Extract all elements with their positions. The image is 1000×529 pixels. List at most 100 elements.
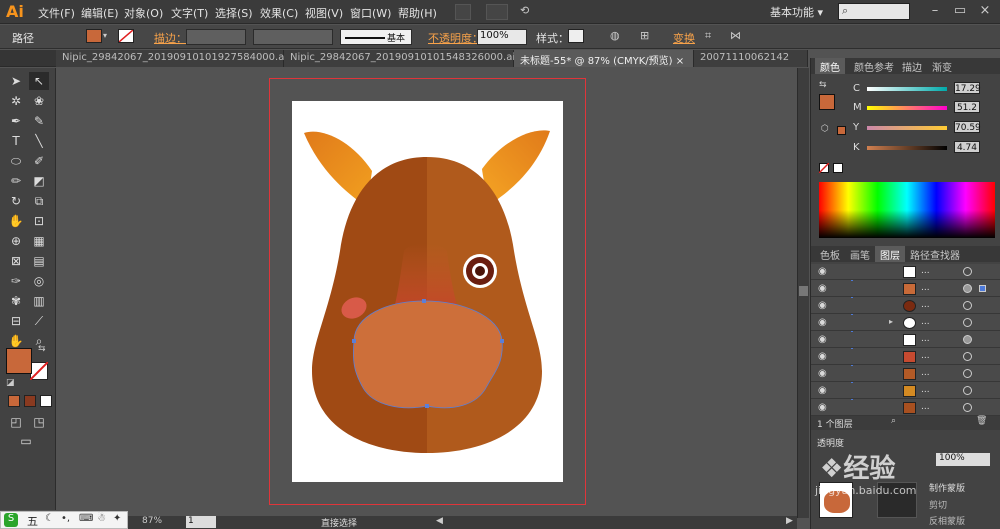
symbol-sprayer-icon[interactable]: ✾ (6, 292, 26, 310)
rotate-tool-icon[interactable]: ↻ (6, 192, 26, 210)
menu-edit[interactable]: 编辑(E) (81, 5, 119, 21)
slider-k[interactable] (867, 146, 947, 150)
blend-tool-icon[interactable]: ◎ (29, 272, 49, 290)
bridge-button[interactable] (455, 4, 471, 20)
layer-row[interactable]: ◉... (811, 264, 1000, 280)
layer-row[interactable]: ◉... (811, 383, 1000, 399)
menu-type[interactable]: 文字(T) (171, 5, 208, 21)
tab-stroke[interactable]: 描边 (897, 58, 927, 74)
close-icon[interactable]: × (676, 56, 684, 67)
horse-illustration[interactable] (292, 101, 563, 482)
mesh-tool-icon[interactable]: ⊠ (6, 252, 26, 270)
color-mode-icon[interactable] (8, 395, 20, 407)
menu-effect[interactable]: 效果(C) (260, 5, 298, 21)
curvature-tool-icon[interactable]: ✎ (29, 112, 49, 130)
slider-c[interactable] (867, 87, 947, 91)
default-colors-icon[interactable]: ◪ (6, 378, 15, 388)
slider-y[interactable] (867, 126, 947, 130)
draw-mode-icon[interactable]: ◰ (6, 413, 26, 431)
scroll-right-icon[interactable]: ▶ (786, 516, 793, 526)
eye-icon[interactable]: ◉ (818, 385, 827, 396)
shape-builder-icon[interactable]: ⊕ (6, 232, 26, 250)
none-swatch[interactable] (819, 163, 829, 173)
tab-color[interactable]: 颜色 (815, 58, 845, 74)
workspace-switcher[interactable]: 基本功能 ▾ (770, 4, 823, 20)
menu-select[interactable]: 选择(S) (215, 5, 253, 21)
fill-swatch[interactable] (86, 29, 102, 43)
ime-logo-icon[interactable]: S (4, 513, 18, 527)
anchor-point[interactable] (500, 339, 504, 343)
free-transform-icon[interactable]: ⊡ (29, 212, 49, 230)
stroke-color-box[interactable] (30, 362, 48, 380)
type-tool-icon[interactable]: T (6, 132, 26, 150)
minimize-icon[interactable]: – (925, 3, 945, 19)
target-icon[interactable] (963, 403, 972, 412)
artboard[interactable] (292, 101, 563, 482)
align-icon[interactable]: ⊞ (640, 29, 649, 42)
menu-view[interactable]: 视图(V) (305, 5, 343, 21)
direct-selection-tool-icon[interactable]: ↖ (29, 72, 49, 90)
channel-m-value[interactable]: 51.2 (954, 101, 980, 113)
expand-arrow-icon[interactable]: ▸ (889, 317, 893, 326)
tab-doc-1[interactable]: Nipic_29842067_20190910101927584000.ai* … (56, 50, 304, 67)
tab-gradient[interactable]: 渐变 (927, 58, 957, 74)
swap-colors-icon[interactable]: ⇆ (819, 80, 827, 90)
screen-mode-icon[interactable]: ▭ (16, 432, 36, 450)
make-mask-button[interactable]: 制作蒙版 (929, 481, 965, 494)
tab-doc-4[interactable]: 20071110062142 (694, 50, 808, 67)
lasso-icon[interactable]: ❀ (29, 92, 49, 110)
panel-menu-icon[interactable]: ⋈ (730, 29, 741, 42)
channel-k-value[interactable]: 4.74 (954, 141, 980, 153)
brush-definition[interactable]: 基本 (340, 29, 412, 45)
tab-pathfinder[interactable]: 路径查找器 (905, 246, 965, 262)
opacity-field[interactable]: 100% (477, 29, 527, 45)
magic-wand-icon[interactable]: ✲ (6, 92, 26, 110)
eye-pupil[interactable] (475, 266, 485, 276)
search-input[interactable]: ⌕ (838, 3, 910, 20)
recolor-icon[interactable]: ◍ (610, 29, 620, 42)
eye-icon[interactable]: ◉ (818, 402, 827, 413)
color-spectrum[interactable] (819, 182, 995, 238)
anchor-point[interactable] (425, 404, 429, 408)
gradient-mode-icon[interactable] (24, 395, 36, 407)
zoom-level[interactable]: 87% (142, 516, 162, 526)
stroke-weight-field[interactable] (186, 29, 246, 45)
menu-help[interactable]: 帮助(H) (398, 5, 437, 21)
eraser-icon[interactable]: ◩ (29, 172, 49, 190)
tab-brushes[interactable]: 画笔 (845, 246, 875, 262)
anchor-point[interactable] (422, 299, 426, 303)
layer-row[interactable]: ◉... (811, 281, 1000, 297)
graphic-style-swatch[interactable] (568, 29, 584, 43)
line-tool-icon[interactable]: ╲ (29, 132, 49, 150)
eye-icon[interactable]: ◉ (818, 300, 827, 311)
transform-link[interactable]: 变换 (673, 30, 695, 46)
chevron-down-icon[interactable]: ▾ (103, 31, 107, 40)
graph-tool-icon[interactable]: ▥ (29, 292, 49, 310)
layer-row[interactable]: ◉... (811, 298, 1000, 314)
eye-icon[interactable]: ◉ (818, 334, 827, 345)
target-icon[interactable] (963, 284, 972, 293)
maximize-icon[interactable]: ▭ (950, 3, 970, 19)
slice-tool-icon[interactable]: ⟋ (29, 312, 49, 330)
target-icon[interactable] (963, 335, 972, 344)
gradient-tool-icon[interactable]: ▤ (29, 252, 49, 270)
perspective-grid-icon[interactable]: ▦ (29, 232, 49, 250)
transparency-opacity[interactable]: 100% (936, 453, 990, 466)
variable-width-profile[interactable] (253, 29, 333, 45)
selection-tool-icon[interactable]: ➤ (6, 72, 26, 90)
target-icon[interactable] (963, 267, 972, 276)
artboard-tool-icon[interactable]: ⊟ (6, 312, 26, 330)
eye-icon[interactable]: ◉ (818, 317, 827, 328)
paintbrush-icon[interactable]: ✐ (29, 152, 49, 170)
scroll-left-icon[interactable]: ◀ (436, 516, 443, 526)
pencil-icon[interactable]: ✏ (6, 172, 26, 190)
layer-row[interactable]: ◉... (811, 366, 1000, 382)
target-icon[interactable] (963, 318, 972, 327)
invert-mask-checkbox[interactable]: 反相蒙版 (929, 514, 965, 527)
target-icon[interactable] (963, 386, 972, 395)
slider-m[interactable] (867, 106, 947, 110)
keyboard-icon[interactable]: ⌨ (79, 513, 93, 524)
vertical-scrollbar[interactable] (797, 68, 809, 518)
close-icon[interactable]: × (975, 3, 995, 19)
locate-object-icon[interactable]: ⌕ (891, 416, 896, 426)
